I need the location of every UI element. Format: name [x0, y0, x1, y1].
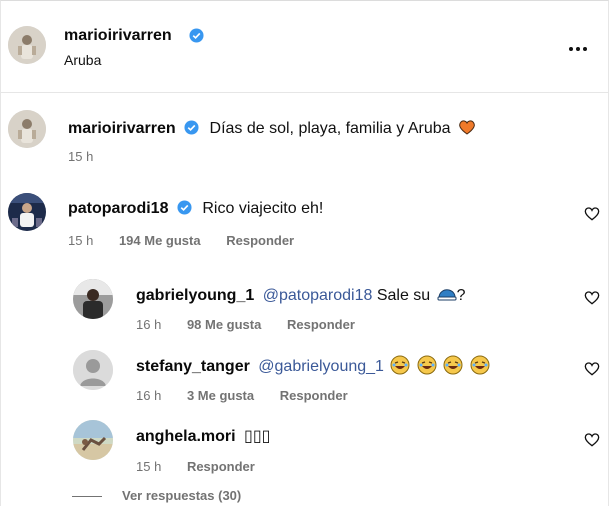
reply-author-username[interactable]: anghela.mori [136, 428, 236, 445]
cap-emoji-icon [437, 289, 457, 301]
reply-text: gabrielyoung_1 @patoparodi18 Sale su ? [136, 284, 466, 305]
caption-author-avatar[interactable] [8, 110, 46, 148]
laughing-emoji-icon [470, 355, 490, 375]
verified-badge-icon [177, 200, 192, 215]
like-heart-icon[interactable] [584, 206, 600, 222]
verified-badge-icon [184, 120, 199, 135]
reply-suffix: ? [456, 287, 466, 304]
comment-meta: 15 h 194 Me gusta Responder [68, 233, 316, 248]
orange-heart-emoji-icon [459, 120, 475, 135]
laughing-emoji-icon [443, 355, 463, 375]
divider-line [72, 496, 102, 498]
reply-body: Sale su [376, 287, 431, 304]
mention-link[interactable]: @gabrielyoung_1 [258, 358, 384, 375]
reply-avatar[interactable] [73, 420, 113, 460]
reply-button[interactable]: Responder [287, 317, 355, 332]
more-options-icon[interactable] [569, 38, 593, 54]
comment-author-username[interactable]: patoparodi18 [68, 200, 168, 217]
like-heart-icon[interactable] [584, 432, 600, 448]
caption-meta: 15 h [68, 149, 115, 164]
comment-likes[interactable]: 194 Me gusta [119, 233, 201, 248]
reply-author-username[interactable]: stefany_tanger [136, 358, 250, 375]
like-heart-icon[interactable] [584, 290, 600, 306]
reply-meta: 16 h 3 Me gusta Responder [136, 388, 370, 403]
reply-body: ▯▯▯ [244, 428, 271, 445]
reply-meta: 15 h Responder [136, 459, 277, 474]
laughing-emoji-icon [390, 355, 410, 375]
comment-body: Rico viajecito eh! [202, 200, 324, 217]
reply-text: stefany_tanger @gabrielyoung_1 [136, 355, 490, 376]
like-heart-icon[interactable] [584, 361, 600, 377]
comment-text: patoparodi18 Rico viajecito eh! [68, 200, 323, 218]
reply-time[interactable]: 15 h [136, 459, 161, 474]
reply-meta: 16 h 98 Me gusta Responder [136, 317, 377, 332]
verified-badge-icon [189, 28, 204, 43]
view-replies-label[interactable]: Ver respuestas (30) [122, 488, 241, 503]
post-header: marioirivarren Aruba [0, 0, 609, 93]
comment-time[interactable]: 15 h [68, 233, 93, 248]
reply-time[interactable]: 16 h [136, 317, 161, 332]
caption-author-username[interactable]: marioirivarren [68, 120, 176, 137]
reply-text: anghela.mori ▯▯▯ [136, 426, 270, 446]
laughing-emoji-icon [417, 355, 437, 375]
caption-body: Días de sol, playa, familia y Aruba [209, 120, 451, 137]
reply-likes[interactable]: 98 Me gusta [187, 317, 261, 332]
reply-button[interactable]: Responder [226, 233, 294, 248]
reply-avatar[interactable] [73, 350, 113, 390]
reply-avatar[interactable] [73, 279, 113, 319]
author-username[interactable]: marioirivarren [64, 27, 172, 45]
view-replies-button[interactable]: Ver respuestas (30) [72, 488, 241, 503]
post-location[interactable]: Aruba [64, 52, 101, 68]
reply-likes[interactable]: 3 Me gusta [187, 388, 254, 403]
caption-time[interactable]: 15 h [68, 149, 93, 164]
mention-link[interactable]: @patoparodi18 [263, 287, 373, 304]
reply-button[interactable]: Responder [187, 459, 255, 474]
reply-time[interactable]: 16 h [136, 388, 161, 403]
comment-avatar[interactable] [8, 193, 46, 231]
caption-text: marioirivarren Días de sol, playa, famil… [68, 117, 477, 138]
reply-button[interactable]: Responder [280, 388, 348, 403]
reply-author-username[interactable]: gabrielyoung_1 [136, 287, 254, 304]
author-avatar[interactable] [8, 26, 46, 64]
